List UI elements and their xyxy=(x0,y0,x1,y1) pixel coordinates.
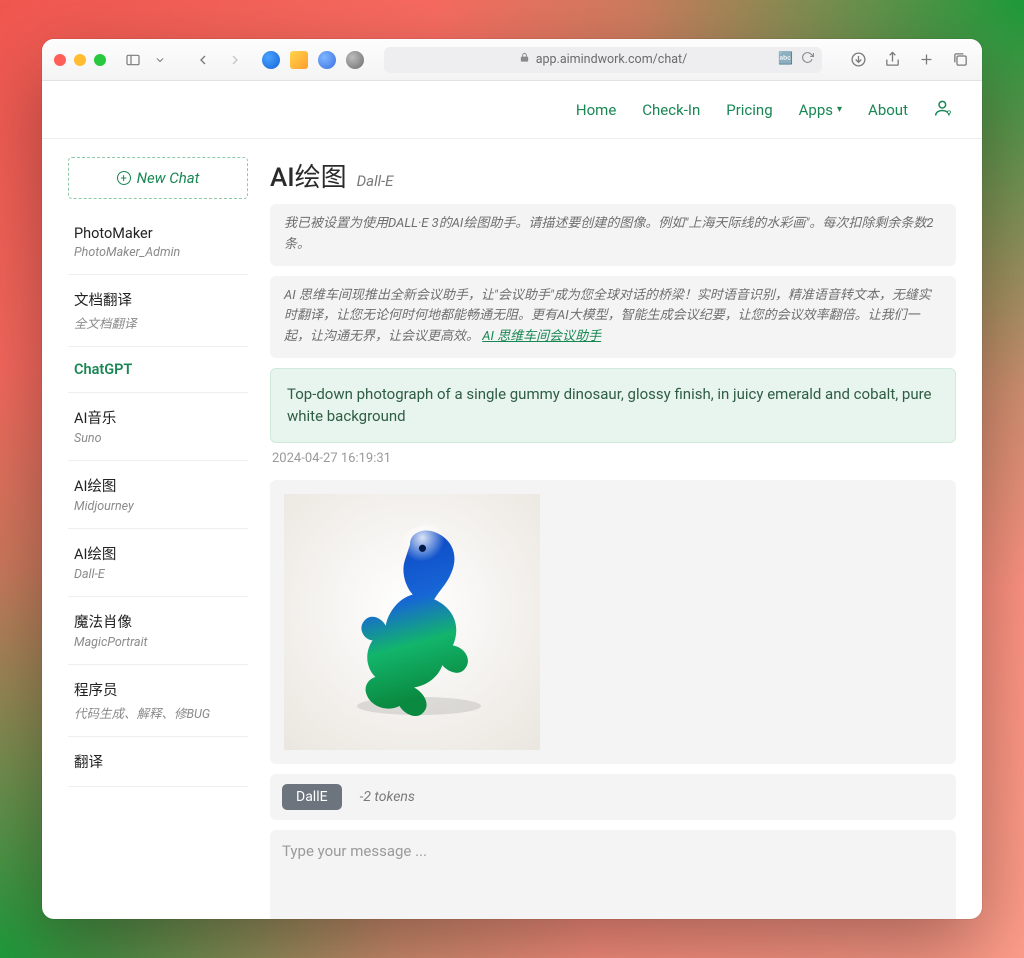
nav-about[interactable]: About xyxy=(868,101,908,119)
sidebar-item-title: 文档翻译 xyxy=(74,289,242,310)
reload-icon[interactable] xyxy=(801,51,814,68)
nav-check-in[interactable]: Check-In xyxy=(642,101,700,119)
close-window-button[interactable] xyxy=(54,54,66,66)
send-button[interactable] xyxy=(914,918,944,919)
sidebar-item-magic-portrait[interactable]: 魔法肖像 MagicPortrait xyxy=(68,597,248,665)
sidebar-item-sub: 全文档翻译 xyxy=(74,313,242,332)
sidebar-item-title: 魔法肖像 xyxy=(74,611,242,632)
banner-text: 我已被设置为使用DALL·E 3的AI绘图助手。请描述要创建的图像。例如"上海天… xyxy=(284,216,934,252)
url-text: app.aimindwork.com/chat/ xyxy=(536,52,688,67)
sidebar-item-ai-draw-mj[interactable]: AI绘图 Midjourney xyxy=(68,461,248,529)
share-button[interactable] xyxy=(882,50,902,70)
top-nav: Home Check-In Pricing Apps▾ About xyxy=(42,81,982,139)
sidebar-item-title: 程序员 xyxy=(74,679,242,700)
sidebar: + New Chat PhotoMaker PhotoMaker_Admin 文… xyxy=(68,157,248,909)
page-heading: AI绘图 Dall-E xyxy=(270,157,956,194)
sidebar-item-title: AI绘图 xyxy=(74,543,242,564)
sidebar-item-title: AI音乐 xyxy=(74,407,242,428)
sidebar-item-programmer[interactable]: 程序员 代码生成、解释、修BUG xyxy=(68,665,248,737)
tabs-button[interactable] xyxy=(950,50,970,70)
banner-text: AI 思维车间现推出全新会议助手，让"会议助手"成为您全球对话的桥梁！实时语音识… xyxy=(284,288,931,345)
sidebar-item-title: 翻译 xyxy=(74,751,242,772)
sidebar-item-sub: Suno xyxy=(74,431,242,446)
new-tab-button[interactable] xyxy=(916,50,936,70)
user-message: Top-down photograph of a single gummy di… xyxy=(270,368,956,443)
maximize-window-button[interactable] xyxy=(94,54,106,66)
nav-home[interactable]: Home xyxy=(576,101,616,119)
window-controls xyxy=(54,54,106,66)
page-subtitle: Dall-E xyxy=(357,172,394,190)
sidebar-item-sub: Midjourney xyxy=(74,499,242,514)
token-cost: -2 tokens xyxy=(360,789,415,805)
sidebar-item-title: AI绘图 xyxy=(74,475,242,496)
sidebar-item-chatgpt[interactable]: ChatGPT xyxy=(68,347,248,393)
extension-icon[interactable] xyxy=(262,51,280,69)
downloads-button[interactable] xyxy=(848,50,868,70)
model-chip: DallE xyxy=(282,784,342,810)
generated-image[interactable] xyxy=(284,494,540,750)
ai-message xyxy=(270,480,956,764)
sidebar-item-sub: Dall-E xyxy=(74,567,242,582)
nav-pricing[interactable]: Pricing xyxy=(726,101,772,119)
sidebar-item-translate[interactable]: 翻译 xyxy=(68,737,248,787)
extension-icon[interactable] xyxy=(290,51,308,69)
system-banner-1: 我已被设置为使用DALL·E 3的AI绘图助手。请描述要创建的图像。例如"上海天… xyxy=(270,204,956,266)
composer xyxy=(270,830,956,919)
titlebar: app.aimindwork.com/chat/ 🔤 xyxy=(42,39,982,81)
system-banner-2: AI 思维车间现推出全新会议助手，让"会议助手"成为您全球对话的桥梁！实时语音识… xyxy=(270,276,956,358)
message-input[interactable] xyxy=(282,842,944,912)
page: Home Check-In Pricing Apps▾ About + New … xyxy=(42,81,982,919)
message-timestamp: 2024-04-27 16:19:31 xyxy=(270,451,956,466)
lock-icon xyxy=(519,52,530,67)
new-chat-label: New Chat xyxy=(137,169,200,187)
sidebar-item-title: PhotoMaker xyxy=(74,225,242,242)
new-chat-button[interactable]: + New Chat xyxy=(68,157,248,199)
user-message-text: Top-down photograph of a single gummy di… xyxy=(287,385,932,426)
extension-icon[interactable] xyxy=(318,51,336,69)
sidebar-item-title: ChatGPT xyxy=(74,361,242,378)
sidebar-item-ai-music[interactable]: AI音乐 Suno xyxy=(68,393,248,461)
nav-apps[interactable]: Apps▾ xyxy=(799,101,842,119)
plus-icon: + xyxy=(117,171,131,185)
back-button[interactable] xyxy=(192,49,214,71)
reader-icon[interactable]: 🔤 xyxy=(778,51,793,68)
main-area: AI绘图 Dall-E 我已被设置为使用DALL·E 3的AI绘图助手。请描述要… xyxy=(270,157,956,909)
browser-window: app.aimindwork.com/chat/ 🔤 Home Check-In… xyxy=(42,39,982,919)
sidebar-toggle-button[interactable] xyxy=(122,49,144,71)
extension-icon[interactable] xyxy=(346,51,364,69)
sidebar-item-sub: 代码生成、解释、修BUG xyxy=(74,703,242,722)
banner-link[interactable]: AI 思维车间会议助手 xyxy=(482,329,601,344)
user-icon[interactable] xyxy=(934,98,954,122)
page-title: AI绘图 xyxy=(270,157,347,194)
chevron-down-icon: ▾ xyxy=(837,104,842,115)
forward-button[interactable] xyxy=(224,49,246,71)
address-bar[interactable]: app.aimindwork.com/chat/ 🔤 xyxy=(384,47,822,73)
sidebar-item-doc-translate[interactable]: 文档翻译 全文档翻译 xyxy=(68,275,248,347)
message-meta: DallE -2 tokens xyxy=(270,774,956,820)
sidebar-item-ai-draw-dalle[interactable]: AI绘图 Dall-E xyxy=(68,529,248,597)
sidebar-item-photomaker[interactable]: PhotoMaker PhotoMaker_Admin xyxy=(68,211,248,275)
sidebar-item-sub: PhotoMaker_Admin xyxy=(74,245,242,260)
extension-icons xyxy=(262,51,364,69)
sidebar-item-sub: MagicPortrait xyxy=(74,635,242,650)
minimize-window-button[interactable] xyxy=(74,54,86,66)
tb-chevron-down-icon[interactable] xyxy=(154,49,166,71)
